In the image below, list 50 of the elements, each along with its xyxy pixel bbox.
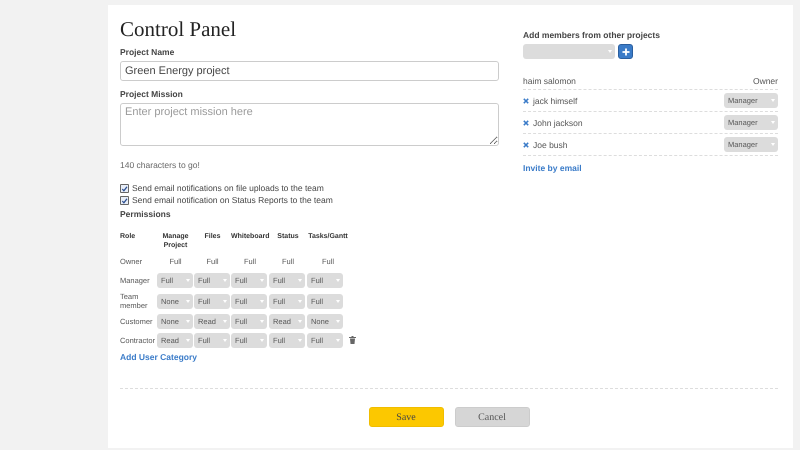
caret-icon <box>223 279 227 282</box>
project-name-field[interactable]: Green Energy project <box>120 61 499 81</box>
caret-icon <box>186 320 190 323</box>
caret-icon <box>336 300 340 302</box>
caret-icon <box>260 339 264 342</box>
cancel-button[interactable]: Cancel <box>454 407 530 427</box>
invite-link[interactable]: Invite by email <box>523 163 582 173</box>
close-icon[interactable] <box>523 120 529 126</box>
field-label: Project Name <box>120 47 174 57</box>
caret-icon <box>771 121 775 124</box>
caret-icon <box>260 300 264 302</box>
checkbox[interactable] <box>120 196 129 204</box>
close-icon[interactable] <box>523 98 529 104</box>
caret-icon <box>186 279 190 282</box>
caret-icon <box>608 50 612 53</box>
member-name: Joe bush <box>533 140 568 150</box>
caret-icon <box>260 320 264 323</box>
caret-icon <box>260 279 264 282</box>
member-name: John jackson <box>533 118 583 128</box>
section-title: Permissions <box>120 209 171 219</box>
caret-icon <box>223 300 227 302</box>
character-count: 140 characters to go! <box>120 160 200 170</box>
member-name: haim salomon <box>523 76 576 86</box>
caret-icon <box>186 339 190 342</box>
caret-icon <box>336 320 340 323</box>
caret-icon <box>223 320 227 323</box>
caret-icon <box>336 279 340 282</box>
field-label: Project Mission <box>120 89 183 99</box>
caret-icon <box>298 300 302 302</box>
caret-icon <box>298 320 302 323</box>
checkbox-label: Send email notification on Status Reports to the team <box>132 195 333 205</box>
close-icon[interactable] <box>523 142 529 148</box>
caret-icon <box>223 339 227 342</box>
caret-icon <box>186 300 190 302</box>
member-role: Owner <box>752 76 778 86</box>
caret-icon <box>771 99 775 102</box>
page-title: Control Panel <box>120 17 236 42</box>
project-mission-field[interactable]: Enter project mission here <box>120 103 499 146</box>
field-label: Add members from other projects <box>523 30 660 40</box>
caret-icon <box>298 339 302 342</box>
add-icon[interactable] <box>618 44 633 59</box>
member-name: jack himself <box>533 96 578 106</box>
trash-icon[interactable] <box>349 336 356 344</box>
save-button[interactable]: Save <box>368 407 444 427</box>
checkbox[interactable] <box>120 184 129 192</box>
checkbox-label: Send email notifications on file uploads to the team <box>132 183 324 193</box>
caret-icon <box>336 339 340 342</box>
caret-icon <box>298 279 302 282</box>
add-user-category-link[interactable]: Add User Category <box>120 352 197 362</box>
caret-icon <box>771 143 775 146</box>
